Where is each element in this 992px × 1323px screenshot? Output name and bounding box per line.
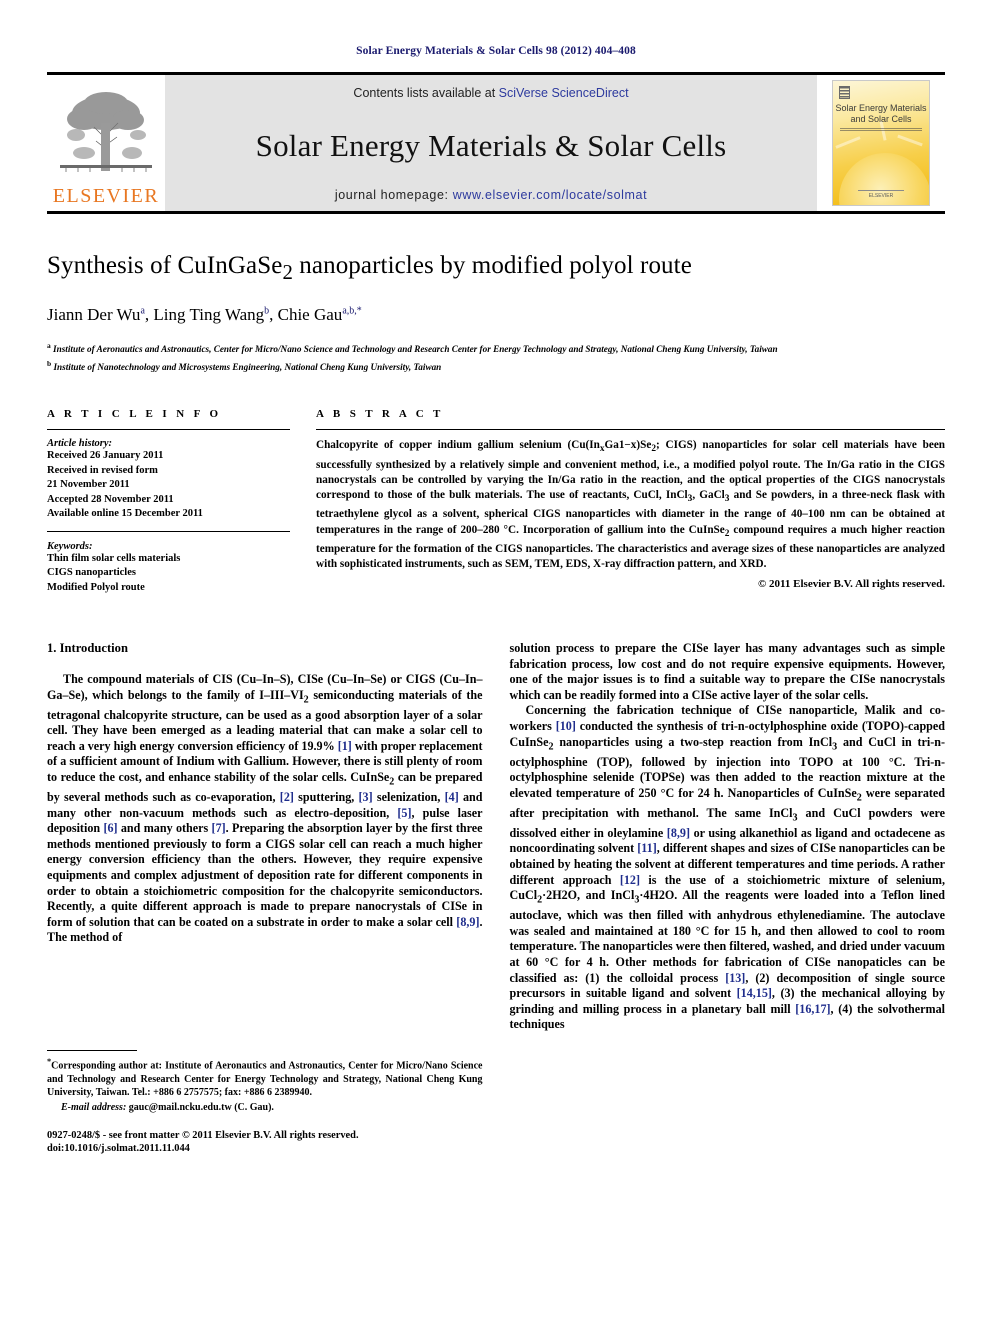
author-sep: , (269, 304, 278, 324)
doi-line[interactable]: doi:10.1016/j.solmat.2011.11.044 (47, 1142, 483, 1156)
journal-homepage-line: journal homepage: www.elsevier.com/locat… (335, 188, 647, 202)
divider (47, 530, 290, 532)
title-subscript: 2 (282, 260, 293, 284)
paragraph: The compound materials of CIS (Cu–In–S),… (47, 672, 483, 945)
cover-title-line1: Solar Energy Materials (835, 103, 927, 113)
abstract-heading: A B S T R A C T (316, 408, 444, 421)
title-pre: Synthesis of CuInGaSe (47, 252, 283, 279)
paper-page: Solar Energy Materials & Solar Cells 98 … (0, 0, 992, 1156)
article-history-label: Article history: (47, 438, 113, 450)
issn-line: 0927-0248/$ - see front matter © 2011 El… (47, 1129, 359, 1141)
cover-title: Solar Energy Materials and Solar Cells (833, 103, 929, 125)
corresponding-author-star: * (356, 305, 362, 317)
affiliation-marker: a (47, 340, 51, 350)
keyword-item: Modified Polyol route (47, 581, 145, 593)
article-history-line: Available online 15 December 2011 (47, 508, 203, 520)
author-name: Jiann Der Wu (47, 304, 141, 324)
journal-masthead: ELSEVIER Contents lists available at Sci… (47, 72, 945, 214)
article-history-line: Received in revised form (47, 464, 158, 476)
contents-prefix: Contents lists available at (353, 86, 499, 100)
body-column-left: 1. Introduction The compound materials o… (47, 641, 483, 1156)
article-info-column: A R T I C L E I N F O Article history: R… (47, 408, 290, 595)
corresponding-author-text: Corresponding author at: Institute of Ae… (47, 1060, 483, 1098)
cover-footer: ELSEVIER (833, 190, 929, 199)
footnote-area: *Corresponding author at: Institute of A… (47, 1049, 483, 1156)
author-list: Jiann Der Wua, Ling Ting Wangb, Chie Gau… (47, 305, 945, 325)
affiliation: a Institute of Aeronautics and Astronaut… (47, 339, 945, 356)
journal-cover-thumbnail: Solar Energy Materials and Solar Cells E… (832, 80, 930, 206)
email-value[interactable]: gauc@mail.ncku.edu.tw (C. Gau). (126, 1102, 274, 1113)
keywords-label: Keywords: (47, 540, 93, 552)
section-title-introduction: 1. Introduction (47, 641, 128, 656)
affiliation-text: Institute of Aeronautics and Astronautic… (53, 344, 778, 354)
sciencedirect-link[interactable]: SciVerse ScienceDirect (499, 86, 629, 100)
abstract-copyright: © 2011 Elsevier B.V. All rights reserved… (758, 578, 945, 591)
cover-subtitle-bar (840, 128, 922, 132)
footnote-rule (47, 1049, 137, 1051)
homepage-prefix: journal homepage: (334, 188, 453, 202)
masthead-center: Contents lists available at SciVerse Sci… (165, 75, 817, 211)
author-affil-marker: a,b, (342, 305, 357, 317)
running-head: Solar Energy Materials & Solar Cells 98 … (356, 45, 636, 57)
corresponding-author-note: *Corresponding author at: Institute of A… (47, 1055, 483, 1100)
page-title: Synthesis of CuInGaSe2 nanoparticles by … (47, 252, 945, 285)
cover-ray-icon (835, 136, 861, 149)
journal-cover-wrap: Solar Energy Materials and Solar Cells E… (817, 75, 945, 211)
email-note: E-mail address: gauc@mail.ncku.edu.tw (C… (47, 1101, 483, 1114)
divider (47, 429, 290, 431)
contents-lists-line: Contents lists available at SciVerse Sci… (353, 86, 628, 100)
elsevier-logo: ELSEVIER (47, 75, 165, 211)
body-column-right: solution process to prepare the CISe lay… (510, 641, 946, 1156)
title-post: nanoparticles by modified polyol route (292, 252, 692, 279)
email-label: E-mail address: (61, 1102, 127, 1114)
article-info-heading: A R T I C L E I N F O (47, 408, 222, 421)
cover-elsevier-mark-icon (839, 86, 850, 99)
affiliation: b Institute of Nanotechnology and Micros… (47, 357, 945, 374)
keyword-item: Thin film solar cells materials (47, 552, 181, 564)
affiliation-marker: b (47, 359, 52, 368)
author-name: Chie Gau (277, 304, 343, 324)
cover-ray-icon (897, 134, 923, 147)
abstract-column: A B S T R A C T Chalcopyrite of copper i… (316, 408, 945, 595)
affiliation-text: Institute of Nanotechnology and Microsys… (53, 362, 442, 373)
journal-homepage-link[interactable]: www.elsevier.com/locate/solmat (453, 188, 647, 202)
journal-title: Solar Energy Materials & Solar Cells (255, 127, 727, 163)
paragraph: solution process to prepare the CISe lay… (509, 641, 946, 702)
elsevier-tree-icon (54, 79, 158, 179)
cover-footer-text: ELSEVIER (868, 193, 894, 199)
issn-copyright-block: 0927-0248/$ - see front matter © 2011 El… (47, 1129, 483, 1156)
paragraph: Concerning the fabrication technique of … (509, 703, 946, 1032)
author-name: Ling Ting Wang (153, 304, 265, 324)
title-block: Synthesis of CuInGaSe2 nanoparticles by … (47, 252, 945, 374)
info-abstract-region: A R T I C L E I N F O Article history: R… (47, 408, 945, 595)
divider (316, 429, 945, 431)
abstract-text: Chalcopyrite of copper indium gallium se… (316, 439, 946, 571)
article-history-line: Accepted 28 November 2011 (47, 493, 174, 505)
keyword-item: CIGS nanoparticles (47, 567, 136, 579)
cover-title-line2: and Solar Cells (850, 114, 912, 124)
article-history-line: 21 November 2011 (47, 479, 130, 491)
article-history-line: Received 26 January 2011 (47, 450, 164, 462)
body-columns: 1. Introduction The compound materials o… (47, 641, 945, 1156)
elsevier-wordmark: ELSEVIER (52, 185, 160, 207)
